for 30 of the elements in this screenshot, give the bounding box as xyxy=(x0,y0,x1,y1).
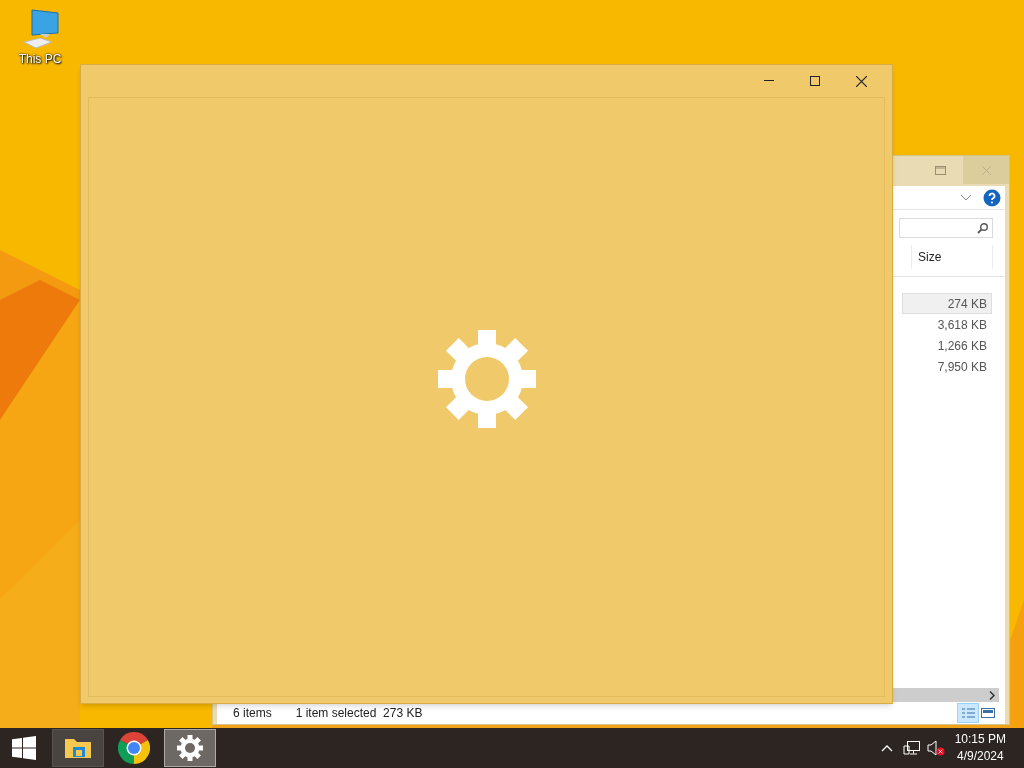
search-field[interactable] xyxy=(899,218,993,238)
file-explorer-taskbar-button[interactable] xyxy=(52,729,104,767)
network-icon[interactable] xyxy=(902,740,921,756)
size-cell[interactable]: 274 KB xyxy=(902,293,992,314)
large-icons-view-icon[interactable] xyxy=(981,708,995,718)
column-header[interactable]: Size xyxy=(911,245,993,269)
chevron-down-icon[interactable] xyxy=(961,194,971,201)
help-icon[interactable] xyxy=(983,188,1001,207)
size-cell[interactable]: 1,266 KB xyxy=(902,335,992,356)
gear-icon xyxy=(177,735,203,761)
chrome-icon xyxy=(118,732,150,764)
clock-date[interactable]: 4/9/2024 xyxy=(956,748,1004,765)
size-cell[interactable]: 3,618 KB xyxy=(902,314,992,335)
size-cell[interactable]: 7,950 KB xyxy=(902,356,992,377)
close-icon xyxy=(855,75,867,87)
maximize-icon xyxy=(934,165,946,175)
chevron-up-icon[interactable] xyxy=(880,744,893,752)
muted-speaker-icon[interactable] xyxy=(926,740,945,756)
folder-icon xyxy=(64,736,92,760)
clock-time[interactable]: 10:15 PM xyxy=(954,731,1006,748)
status-text: 6 items xyxy=(233,705,272,722)
windows-logo-icon xyxy=(12,736,36,760)
minimize-icon xyxy=(764,80,774,82)
search-icon xyxy=(977,222,988,234)
settings-taskbar-button[interactable] xyxy=(164,729,216,767)
gear-icon xyxy=(437,330,536,428)
maximize-icon xyxy=(810,76,820,86)
close-icon xyxy=(981,165,991,175)
scroll-right-icon[interactable] xyxy=(989,690,995,700)
status-text: 1 item selected 273 KB xyxy=(295,705,423,722)
